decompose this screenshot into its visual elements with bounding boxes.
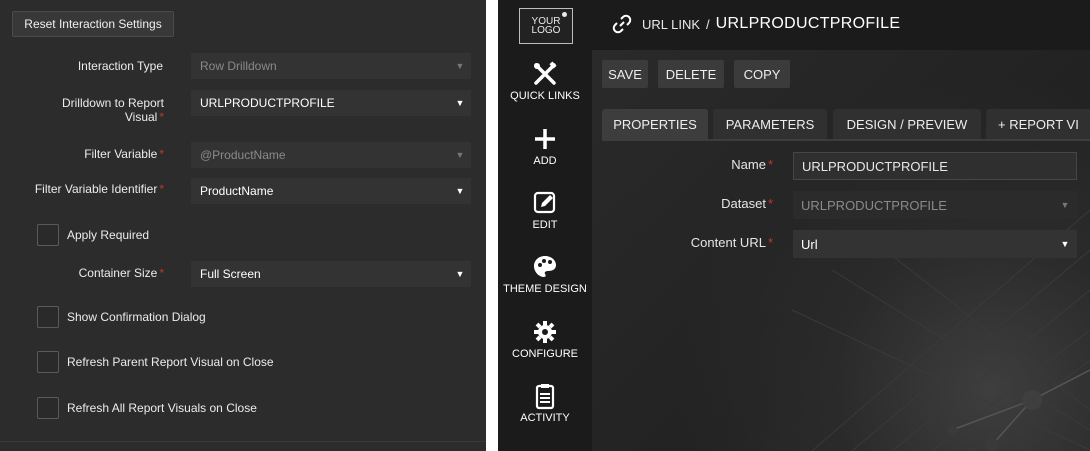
- chevron-down-icon: ▼: [1060, 239, 1070, 249]
- tools-icon: [498, 60, 592, 88]
- interaction-type-select[interactable]: Row Drilldown ▼: [191, 53, 471, 79]
- breadcrumb-section[interactable]: URL LINK: [642, 17, 700, 32]
- filter-variable-identifier-label: Filter Variable Identifier *: [34, 182, 164, 196]
- filter-variable-select[interactable]: @ProductName ▼: [191, 142, 471, 168]
- filter-variable-value: @ProductName: [200, 148, 286, 162]
- refresh-parent-visual-label: Refresh Parent Report Visual on Close: [67, 355, 274, 369]
- name-label: Name *: [731, 157, 773, 172]
- edit-icon: [498, 189, 592, 217]
- tab-underline: [602, 139, 1090, 141]
- header: URL LINK / URLPRODUCTPROFILE: [592, 0, 1090, 50]
- tab-design-preview[interactable]: DESIGN / PREVIEW: [833, 109, 981, 139]
- sidebar-item-label: THEME DESIGN: [503, 283, 587, 295]
- dataset-label: Dataset *: [721, 196, 773, 211]
- tab-report-visual[interactable]: + REPORT VI: [986, 109, 1090, 139]
- plus-icon: [498, 125, 592, 153]
- content-url-select[interactable]: Url ▼: [793, 230, 1077, 258]
- sidebar-item-label: EDIT: [532, 219, 558, 231]
- page-title: URLPRODUCTPROFILE: [715, 15, 901, 32]
- sidebar-item-quick-links[interactable]: QUICK LINKS: [498, 60, 592, 102]
- chevron-down-icon: ▼: [455, 61, 465, 71]
- dataset-select[interactable]: URLPRODUCTPROFILE ▼: [793, 191, 1077, 219]
- content-url-value: Url: [801, 236, 818, 252]
- interaction-type-value: Row Drilldown: [200, 59, 277, 73]
- reset-interaction-settings-button[interactable]: Reset Interaction Settings: [12, 11, 174, 37]
- apply-required-label: Apply Required: [67, 228, 150, 242]
- container-size-label: Container Size *: [78, 266, 164, 280]
- chevron-down-icon: ▼: [455, 98, 465, 108]
- tab-properties[interactable]: PROPERTIES: [602, 109, 708, 139]
- chevron-down-icon: ▼: [455, 186, 465, 196]
- interaction-settings-panel: Reset Interaction Settings Interaction T…: [0, 0, 486, 451]
- link-icon: [612, 14, 632, 34]
- main-content: SAVE DELETE COPY PROPERTIES PARAMETERS D…: [592, 50, 1090, 451]
- breadcrumb-separator: /: [706, 16, 710, 32]
- divider: [0, 441, 486, 442]
- drilldown-report-visual-label: Drilldown to Report Visual *: [61, 96, 164, 124]
- sidebar-item-label: CONFIGURE: [512, 348, 578, 360]
- filter-variable-identifier-value: ProductName: [200, 184, 274, 198]
- sidebar: YOUR LOGO QUICK LINKS ADD EDIT THEME DESI: [498, 0, 592, 451]
- show-confirmation-dialog-label: Show Confirmation Dialog: [67, 310, 206, 324]
- sidebar-item-theme-design[interactable]: THEME DESIGN: [498, 253, 592, 295]
- name-input[interactable]: URLPRODUCTPROFILE: [793, 152, 1077, 180]
- palette-icon: [498, 253, 592, 281]
- show-confirmation-dialog-checkbox[interactable]: [37, 306, 59, 328]
- dataset-value: URLPRODUCTPROFILE: [801, 197, 947, 213]
- chevron-down-icon: ▼: [455, 269, 465, 279]
- chevron-down-icon: ▼: [455, 150, 465, 160]
- apply-required-checkbox[interactable]: [37, 224, 59, 246]
- container-size-value: Full Screen: [200, 267, 261, 281]
- sidebar-item-add[interactable]: ADD: [498, 125, 592, 167]
- container-size-select[interactable]: Full Screen ▼: [191, 261, 471, 287]
- interaction-type-label: Interaction Type: [77, 59, 163, 73]
- clipboard-icon: [498, 382, 592, 410]
- filter-variable-identifier-select[interactable]: ProductName ▼: [191, 178, 471, 204]
- logo-dot: [562, 12, 567, 17]
- gear-icon: [498, 318, 592, 346]
- refresh-all-visuals-checkbox[interactable]: [37, 397, 59, 419]
- app-window: YOUR LOGO QUICK LINKS ADD EDIT THEME DESI: [498, 0, 1090, 451]
- sidebar-item-edit[interactable]: EDIT: [498, 189, 592, 231]
- sidebar-item-label: QUICK LINKS: [510, 90, 580, 102]
- filter-variable-label: Filter Variable *: [84, 147, 164, 161]
- refresh-all-visuals-label: Refresh All Report Visuals on Close: [67, 401, 257, 415]
- refresh-parent-visual-checkbox[interactable]: [37, 351, 59, 373]
- sidebar-item-configure[interactable]: CONFIGURE: [498, 318, 592, 360]
- name-value: URLPRODUCTPROFILE: [802, 158, 948, 174]
- sidebar-item-label: ACTIVITY: [520, 412, 570, 424]
- sidebar-item-activity[interactable]: ACTIVITY: [498, 382, 592, 424]
- logo[interactable]: YOUR LOGO: [519, 8, 573, 44]
- copy-button[interactable]: COPY: [734, 60, 790, 88]
- content-url-label: Content URL *: [690, 235, 773, 250]
- delete-button[interactable]: DELETE: [658, 60, 724, 88]
- tab-parameters[interactable]: PARAMETERS: [713, 109, 827, 139]
- sidebar-item-label: ADD: [533, 155, 557, 167]
- chevron-down-icon: ▼: [1060, 200, 1070, 210]
- drilldown-report-visual-value: URLPRODUCTPROFILE: [200, 96, 335, 110]
- drilldown-report-visual-select[interactable]: URLPRODUCTPROFILE ▼: [191, 90, 471, 116]
- save-button[interactable]: SAVE: [602, 60, 648, 88]
